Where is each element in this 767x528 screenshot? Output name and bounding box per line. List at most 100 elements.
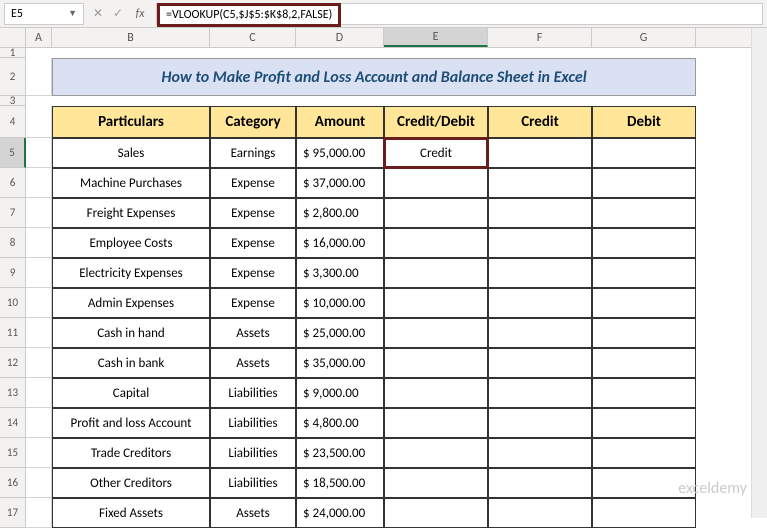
cell[interactable] [26,258,52,288]
cell[interactable] [26,138,52,168]
row-header-11[interactable]: 11 [0,318,26,348]
cell-particulars[interactable]: Other Creditors [52,468,210,498]
cell-category[interactable]: Expense [210,258,296,288]
col-header-d[interactable]: D [296,28,384,47]
cell[interactable] [26,468,52,498]
cell-debit[interactable] [592,198,696,228]
row-header-8[interactable]: 8 [0,228,26,258]
cell-credit[interactable] [488,438,592,468]
cell-debit[interactable] [592,468,696,498]
row-header-6[interactable]: 6 [0,168,26,198]
cell-category[interactable]: Expense [210,198,296,228]
header-debit[interactable]: Debit [592,106,696,138]
cell-credit[interactable] [488,288,592,318]
select-all-corner[interactable] [0,28,26,47]
cell[interactable] [26,228,52,258]
cell-amount[interactable]: $ 9,000.00 [296,378,384,408]
cell-credit-debit[interactable] [384,168,488,198]
cell-credit-debit[interactable] [384,318,488,348]
cell-credit-debit[interactable] [384,498,488,528]
cell-amount[interactable]: $ 37,000.00 [296,168,384,198]
col-header-a[interactable]: A [26,28,52,47]
row-header-10[interactable]: 10 [0,288,26,318]
cell-amount[interactable]: $ 25,000.00 [296,318,384,348]
cell[interactable] [26,106,52,138]
col-header-g[interactable]: G [592,28,696,47]
cell-amount[interactable]: $ 18,500.00 [296,468,384,498]
cell-particulars[interactable]: Capital [52,378,210,408]
fx-icon[interactable]: fx [132,7,148,21]
header-particulars[interactable]: Particulars [52,106,210,138]
formula-bar[interactable]: =VLOOKUP(C5,$J$5:$K$8,2,FALSE) [156,3,763,25]
cell-amount[interactable]: $ 23,500.00 [296,438,384,468]
cell-category[interactable]: Liabilities [210,378,296,408]
cell-credit[interactable] [488,228,592,258]
cell[interactable] [26,288,52,318]
col-header-f[interactable]: F [488,28,592,47]
row-header-1[interactable]: 1 [0,48,26,58]
row-header-13[interactable]: 13 [0,378,26,408]
cell-particulars[interactable]: Electricity Expenses [52,258,210,288]
cell-credit-debit[interactable] [384,228,488,258]
row-header-5[interactable]: 5 [0,138,26,168]
cell-particulars[interactable]: Freight Expenses [52,198,210,228]
cell-credit[interactable] [488,348,592,378]
cell-amount[interactable]: $ 4,800.00 [296,408,384,438]
cell-particulars[interactable]: Employee Costs [52,228,210,258]
cell-debit[interactable] [592,138,696,168]
cell-category[interactable]: Liabilities [210,438,296,468]
cell-particulars[interactable]: Trade Creditors [52,438,210,468]
cell-credit-debit[interactable] [384,378,488,408]
col-header-c[interactable]: C [210,28,296,47]
col-header-e[interactable]: E [384,28,488,47]
cell-particulars[interactable]: Profit and loss Account [52,408,210,438]
row-header-15[interactable]: 15 [0,438,26,468]
cell-amount[interactable]: $ 35,000.00 [296,348,384,378]
cell-category[interactable]: Assets [210,498,296,528]
cell-credit[interactable] [488,198,592,228]
cell-category[interactable]: Assets [210,318,296,348]
cell-amount[interactable]: $ 16,000.00 [296,228,384,258]
row-header-3[interactable]: 3 [0,96,26,106]
cell-credit[interactable] [488,378,592,408]
cell-category[interactable]: Liabilities [210,408,296,438]
vertical-scrollbar[interactable] [751,28,767,518]
cell-debit[interactable] [592,288,696,318]
cell-credit[interactable] [488,138,592,168]
cell-debit[interactable] [592,318,696,348]
cell[interactable] [26,438,52,468]
cell-credit[interactable] [488,498,592,528]
name-box[interactable]: E5 ▼ [4,3,84,25]
cell-credit-debit[interactable] [384,438,488,468]
cell-debit[interactable] [592,378,696,408]
cell-credit[interactable] [488,318,592,348]
row-header-17[interactable]: 17 [0,498,26,528]
cell[interactable] [26,348,52,378]
cell-category[interactable]: Liabilities [210,468,296,498]
cell-particulars[interactable]: Fixed Assets [52,498,210,528]
cell-particulars[interactable]: Cash in bank [52,348,210,378]
cell-category[interactable]: Expense [210,228,296,258]
cell-debit[interactable] [592,348,696,378]
cell-credit-debit[interactable] [384,258,488,288]
cell-debit[interactable] [592,258,696,288]
cell[interactable] [26,378,52,408]
cell-debit[interactable] [592,498,696,528]
cell-credit[interactable] [488,408,592,438]
cell-debit[interactable] [592,408,696,438]
cell[interactable] [26,408,52,438]
cell-amount[interactable]: $ 24,000.00 [296,498,384,528]
cancel-icon[interactable]: ✕ [90,6,106,21]
cell-particulars[interactable]: Sales [52,138,210,168]
cell-credit[interactable] [488,468,592,498]
cell-particulars[interactable]: Machine Purchases [52,168,210,198]
cell-particulars[interactable]: Cash in hand [52,318,210,348]
cell-debit[interactable] [592,168,696,198]
cell-category[interactable]: Earnings [210,138,296,168]
header-amount[interactable]: Amount [296,106,384,138]
cell-credit-debit[interactable]: Credit [384,138,488,168]
cell[interactable] [26,198,52,228]
header-credit[interactable]: Credit [488,106,592,138]
cell-amount[interactable]: $ 2,800.00 [296,198,384,228]
enter-icon[interactable]: ✓ [110,6,126,21]
